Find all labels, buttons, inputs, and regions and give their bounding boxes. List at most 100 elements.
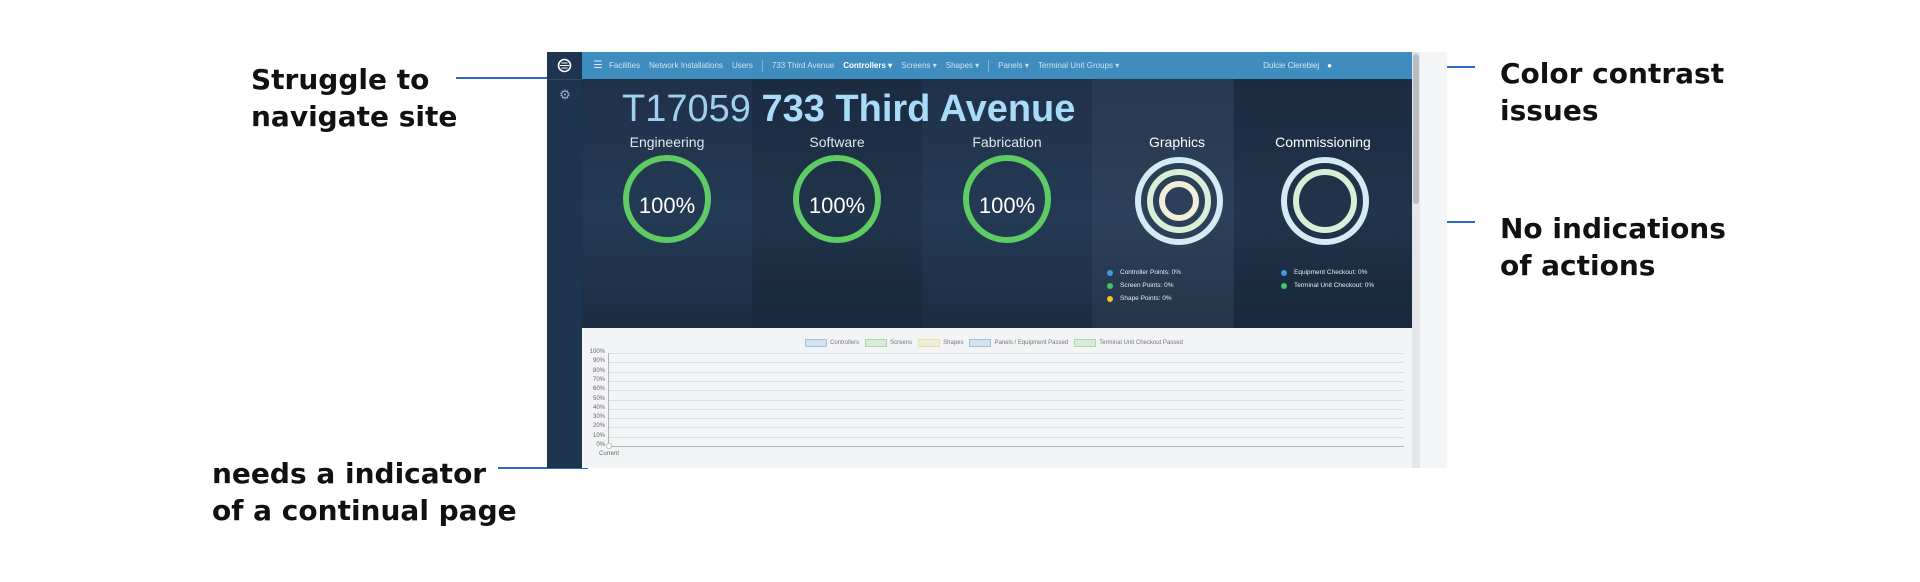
legend-controller-points: Controller Points: 0% bbox=[1107, 269, 1181, 276]
chart-legend-item[interactable]: Panels / Equipment Passed bbox=[969, 339, 1068, 347]
legend-shape-points: Shape Points: 0% bbox=[1107, 295, 1172, 302]
nav-separator bbox=[988, 59, 990, 72]
legend-dot-green bbox=[1107, 282, 1113, 289]
chart-legend: Controllers Screens Shapes Panels / Equipme… bbox=[582, 339, 1412, 347]
y-tick-label: 70% bbox=[592, 376, 605, 383]
fabrication-value: 100% bbox=[978, 193, 1036, 218]
software-value: 100% bbox=[808, 193, 866, 218]
engineering-title: Engineering bbox=[629, 134, 705, 150]
graphics-title: Graphics bbox=[1148, 134, 1206, 150]
sidebar-divider bbox=[547, 79, 582, 80]
y-tick-label: 90% bbox=[592, 358, 605, 365]
user-menu[interactable]: Dulcie Clerebiej ● bbox=[1263, 52, 1332, 79]
commissioning-title: Commissioning bbox=[1275, 134, 1371, 150]
menu-icon[interactable]: ☰ bbox=[591, 60, 605, 71]
scrollbar-thumb[interactable] bbox=[1413, 54, 1419, 204]
gridline bbox=[609, 362, 1404, 364]
y-tick-label: 0% bbox=[596, 442, 605, 448]
software-title: Software bbox=[809, 134, 865, 150]
y-tick-label: 30% bbox=[592, 414, 605, 421]
chart-legend-label: Screens bbox=[890, 340, 913, 346]
nav-screens-dropdown[interactable]: Screens ▾ bbox=[901, 61, 937, 70]
gear-icon[interactable]: ⚙ bbox=[557, 87, 573, 103]
chart-point[interactable] bbox=[606, 443, 612, 449]
graphics-rings bbox=[1135, 157, 1223, 245]
gridline bbox=[609, 408, 1404, 410]
nav-users[interactable]: Users bbox=[732, 61, 753, 70]
legend-screen-points: Screen Points: 0% bbox=[1107, 282, 1173, 289]
site-code: T17059 bbox=[622, 88, 751, 130]
legend-label: Screen Points: 0% bbox=[1120, 282, 1174, 289]
x-axis bbox=[609, 446, 1404, 447]
annotation-navigate: Struggle to navigate site bbox=[251, 63, 458, 133]
y-tick-label: 10% bbox=[592, 432, 605, 439]
annotation-actions: No indications of actions bbox=[1500, 212, 1726, 282]
site-name: 733 Third Avenue bbox=[761, 88, 1076, 130]
legend-equipment-checkout: Equipment Checkout: 0% bbox=[1281, 269, 1367, 276]
annotation-contrast: Color contrast issues bbox=[1500, 57, 1725, 127]
legend-dot-green bbox=[1281, 282, 1287, 289]
chart-legend-swatch bbox=[1074, 339, 1097, 347]
chart-legend-item[interactable]: Terminal Unit Checkout Passed bbox=[1074, 339, 1183, 347]
nav-facilities[interactable]: Facilities bbox=[609, 61, 640, 70]
chart-legend-label: Panels / Equipment Passed bbox=[994, 340, 1069, 346]
y-tick-label: 60% bbox=[592, 386, 605, 393]
chart-legend-label: Terminal Unit Checkout Passed bbox=[1099, 340, 1183, 346]
engineering-value: 100% bbox=[638, 193, 696, 218]
progress-chart: Controllers Screens Shapes Panels / Equipme… bbox=[582, 328, 1412, 468]
legend-label: Controller Points: 0% bbox=[1120, 269, 1182, 276]
y-axis bbox=[608, 353, 609, 446]
top-navigation-bar: ☰ Facilities Network Installations Users… bbox=[582, 52, 1412, 79]
fabrication-title: Fabrication bbox=[972, 134, 1042, 150]
top-nav: ☰ Facilities Network Installations Users… bbox=[582, 52, 1128, 79]
legend-label: Shape Points: 0% bbox=[1120, 295, 1172, 302]
legend-dot-blue bbox=[1107, 269, 1113, 276]
chart-legend-swatch bbox=[918, 339, 941, 347]
legend-dot-blue bbox=[1281, 269, 1287, 276]
y-tick-label: 80% bbox=[592, 367, 605, 374]
gridline bbox=[609, 399, 1404, 401]
y-tick-label: 50% bbox=[592, 395, 605, 402]
legend-terminal-unit-checkout: Terminal Unit Checkout: 0% bbox=[1281, 282, 1374, 289]
nav-shapes-dropdown[interactable]: Shapes ▾ bbox=[946, 61, 979, 70]
gridline bbox=[609, 436, 1404, 438]
gridline bbox=[609, 427, 1404, 429]
app-window: ⚙ ☰ Facilities Network Installations Use… bbox=[547, 52, 1447, 468]
chart-legend-item[interactable]: Screens bbox=[865, 339, 912, 347]
hero-panel: T17059 733 Third Avenue Engineering 100%… bbox=[582, 79, 1412, 328]
nav-separator bbox=[761, 59, 763, 72]
nav-site[interactable]: 733 Third Avenue bbox=[772, 61, 834, 70]
user-icon[interactable]: ● bbox=[1327, 61, 1332, 70]
gridline bbox=[609, 390, 1404, 392]
chart-legend-label: Shapes bbox=[943, 340, 964, 346]
nav-terminal-unit-groups-dropdown[interactable]: Terminal Unit Groups ▾ bbox=[1038, 61, 1119, 70]
y-tick-label: 40% bbox=[592, 404, 605, 411]
gridline bbox=[609, 353, 1404, 354]
legend-label: Terminal Unit Checkout: 0% bbox=[1294, 282, 1375, 289]
chart-legend-item[interactable]: Shapes bbox=[918, 339, 963, 347]
gridline bbox=[609, 418, 1404, 420]
nav-network-installations[interactable]: Network Installations bbox=[649, 61, 723, 70]
nav-panels-dropdown[interactable]: Panels ▾ bbox=[998, 61, 1029, 70]
scrollbar[interactable] bbox=[1412, 52, 1420, 468]
logo-icon[interactable] bbox=[555, 58, 574, 73]
nav-controllers-dropdown[interactable]: Controllers ▾ bbox=[843, 61, 892, 70]
gridline bbox=[609, 371, 1404, 373]
chart-legend-swatch bbox=[969, 339, 992, 347]
chart-legend-swatch bbox=[865, 339, 888, 347]
chart-legend-item[interactable]: Controllers bbox=[805, 339, 859, 347]
page-title: T17059 733 Third Avenue bbox=[622, 89, 1075, 129]
annotation-continual: needs a indicator of a continual page bbox=[212, 457, 517, 527]
chart-legend-label: Controllers bbox=[830, 340, 860, 346]
x-tick-label: Current bbox=[599, 451, 620, 457]
commissioning-rings bbox=[1281, 157, 1369, 245]
legend-label: Equipment Checkout: 0% bbox=[1294, 269, 1368, 276]
chart-legend-swatch bbox=[805, 339, 828, 347]
legend-dot-yellow bbox=[1107, 295, 1113, 302]
user-name[interactable]: Dulcie Clerebiej bbox=[1263, 61, 1319, 70]
gridline bbox=[609, 380, 1404, 382]
sidebar: ⚙ bbox=[547, 52, 582, 468]
y-tick-label: 100% bbox=[589, 349, 605, 355]
y-tick-label: 20% bbox=[592, 423, 605, 430]
annotation-line-navigate bbox=[456, 77, 548, 79]
